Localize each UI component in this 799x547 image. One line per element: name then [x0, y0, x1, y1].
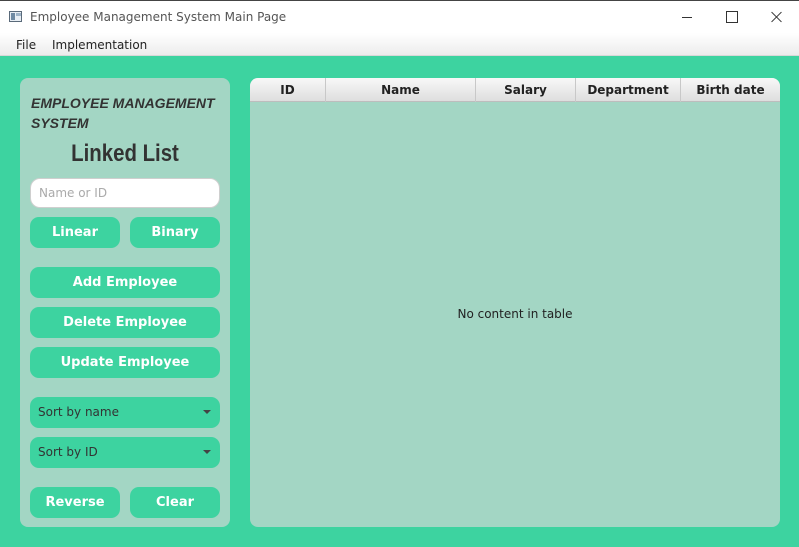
- column-header-birth-date[interactable]: Birth date: [681, 78, 780, 102]
- empty-table-message: No content in table: [457, 307, 573, 321]
- sort-by-id-select[interactable]: Sort by ID: [30, 437, 220, 468]
- linear-search-button[interactable]: Linear: [30, 217, 120, 248]
- add-employee-button[interactable]: Add Employee: [30, 267, 220, 298]
- app-heading: EMPLOYEE MANAGEMENT SYSTEM: [31, 95, 215, 131]
- menu-file[interactable]: File: [16, 38, 36, 52]
- sort-by-name-label: Sort by name: [38, 405, 119, 419]
- column-header-salary[interactable]: Salary: [476, 78, 576, 102]
- window-title: Employee Management System Main Page: [30, 10, 287, 24]
- employee-table[interactable]: ID Name Salary Department Birth date No …: [250, 78, 780, 527]
- delete-employee-button[interactable]: Delete Employee: [30, 307, 220, 338]
- update-employee-button[interactable]: Update Employee: [30, 347, 220, 378]
- clear-button[interactable]: Clear: [130, 487, 220, 518]
- control-panel: EMPLOYEE MANAGEMENT SYSTEM Linked List L…: [20, 78, 230, 527]
- minimize-icon[interactable]: [664, 1, 710, 33]
- title-bar: Employee Management System Main Page: [0, 0, 799, 33]
- main-area: EMPLOYEE MANAGEMENT SYSTEM Linked List L…: [0, 56, 799, 547]
- sort-by-id-label: Sort by ID: [38, 445, 98, 459]
- column-header-id[interactable]: ID: [250, 78, 326, 102]
- column-header-name[interactable]: Name: [326, 78, 476, 102]
- chevron-down-icon: [203, 410, 211, 414]
- chevron-down-icon: [203, 450, 211, 454]
- table-header: ID Name Salary Department Birth date: [250, 78, 780, 102]
- sort-by-name-select[interactable]: Sort by name: [30, 397, 220, 428]
- column-header-department[interactable]: Department: [576, 78, 681, 102]
- search-input[interactable]: [30, 178, 220, 208]
- menu-implementation[interactable]: Implementation: [52, 38, 147, 52]
- reverse-button[interactable]: Reverse: [30, 487, 120, 518]
- binary-search-button[interactable]: Binary: [130, 217, 220, 248]
- app-window-icon: [9, 11, 22, 22]
- menu-bar: File Implementation: [0, 33, 799, 56]
- maximize-icon[interactable]: [708, 1, 754, 33]
- close-icon[interactable]: [753, 1, 799, 33]
- structure-title: Linked List: [71, 140, 179, 167]
